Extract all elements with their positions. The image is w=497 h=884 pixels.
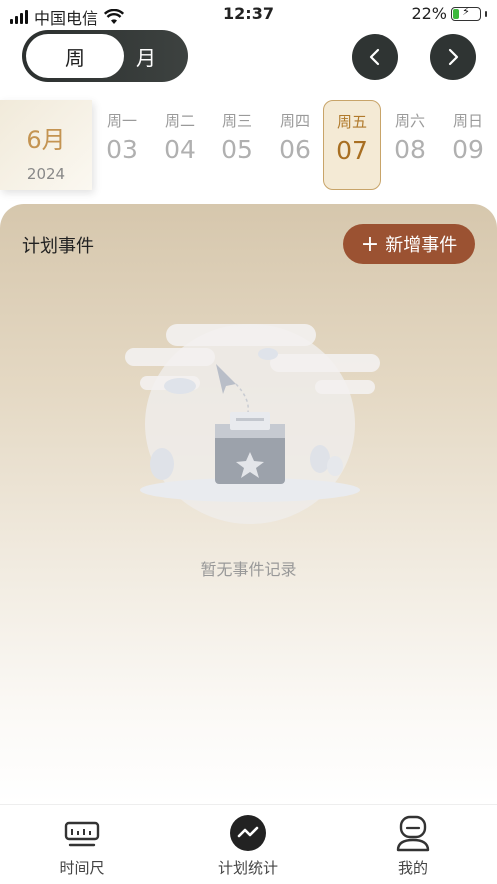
date-number: 08 — [394, 135, 426, 164]
view-toggle[interactable]: 周 月 — [22, 30, 188, 82]
chevron-left-icon — [369, 48, 380, 66]
date-number: 05 — [221, 135, 253, 164]
month-toggle-option[interactable]: 月 — [106, 34, 186, 78]
weekday-label: 周五 — [336, 113, 367, 131]
next-week-button[interactable] — [430, 34, 476, 80]
month-label: 6月 — [26, 126, 66, 154]
tab-label: 我的 — [397, 859, 428, 877]
tab-plan-stats[interactable]: 计划统计 — [188, 813, 308, 878]
ruler-icon — [64, 821, 100, 847]
day-cell-mon[interactable]: 周一 03 — [93, 100, 151, 190]
date-number: 04 — [164, 135, 196, 164]
weekday-label: 周六 — [394, 112, 425, 130]
plus-icon: + — [360, 231, 380, 257]
events-panel: 计划事件 + 新增事件 暂无事件记录 — [0, 204, 497, 804]
battery-icon: ⚡ — [451, 5, 481, 21]
weekday-label: 周日 — [452, 112, 483, 130]
day-cell-sun[interactable]: 周日 09 — [439, 100, 497, 190]
panel-title: 计划事件 — [22, 236, 94, 257]
add-event-button[interactable]: + 新增事件 — [343, 224, 475, 264]
day-cell-tue[interactable]: 周二 04 — [151, 100, 209, 190]
date-number: 07 — [336, 136, 368, 165]
date-number: 03 — [106, 135, 138, 164]
weekday-label: 周三 — [221, 112, 252, 130]
tab-timeline[interactable]: 时间尺 — [22, 813, 142, 878]
add-event-label: 新增事件 — [385, 235, 458, 256]
day-cell-fri-selected[interactable]: 周五 07 — [323, 100, 381, 190]
year-label: 2024 — [26, 165, 66, 183]
empty-box-illustration — [125, 324, 380, 524]
weekday-label: 周四 — [279, 112, 310, 130]
tab-mine[interactable]: 我的 — [353, 813, 473, 878]
weekday-label: 周一 — [106, 112, 137, 130]
bottom-tab-bar: 时间尺 计划统计 我的 — [0, 804, 497, 884]
date-number: 06 — [279, 135, 311, 164]
month-card: 6月 2024 — [0, 100, 92, 190]
battery-percent: 22% — [411, 4, 447, 23]
prev-week-button[interactable] — [352, 34, 398, 80]
weekday-label: 周二 — [164, 112, 195, 130]
day-cell-thu[interactable]: 周四 06 — [266, 100, 324, 190]
empty-state-text: 暂无事件记录 — [200, 560, 297, 579]
tab-label: 计划统计 — [217, 859, 278, 877]
status-bar: 中国电信 12:37 22% ⚡ — [0, 0, 497, 28]
user-icon — [396, 815, 430, 852]
trend-icon — [230, 815, 266, 851]
chevron-right-icon — [448, 48, 459, 66]
tab-label: 时间尺 — [59, 859, 105, 877]
day-cell-wed[interactable]: 周三 05 — [208, 100, 266, 190]
date-number: 09 — [452, 135, 484, 164]
day-cell-sat[interactable]: 周六 08 — [381, 100, 439, 190]
